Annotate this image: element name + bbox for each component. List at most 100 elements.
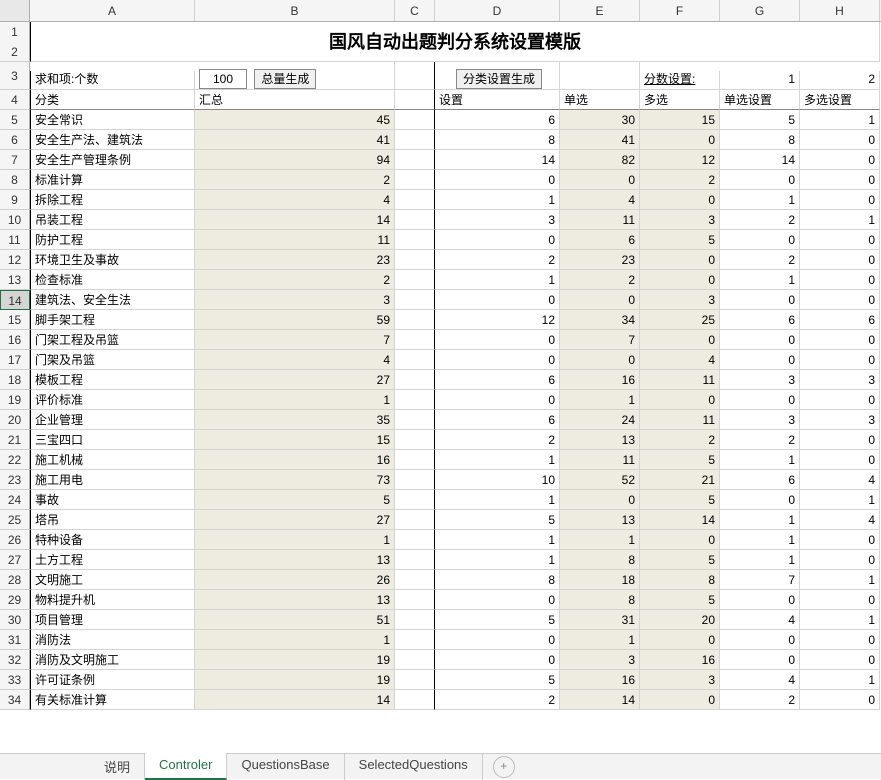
multi-cell[interactable]: 0 <box>640 530 720 550</box>
single-cell[interactable]: 30 <box>560 110 640 130</box>
multi-set-cell[interactable]: 0 <box>800 430 880 450</box>
setting-cell[interactable]: 6 <box>435 410 560 430</box>
category-cell[interactable]: 许可证条例 <box>30 670 195 690</box>
category-cell[interactable]: 施工用电 <box>30 470 195 490</box>
setting-cell[interactable]: 1 <box>435 530 560 550</box>
setting-cell[interactable]: 1 <box>435 490 560 510</box>
single-set-cell[interactable]: 1 <box>720 510 800 530</box>
setting-cell[interactable]: 0 <box>435 390 560 410</box>
single-cell[interactable]: 11 <box>560 210 640 230</box>
spacer-cell[interactable] <box>395 430 435 450</box>
multi-cell[interactable]: 11 <box>640 370 720 390</box>
multi-set-cell[interactable]: 3 <box>800 410 880 430</box>
spacer-cell[interactable] <box>395 290 435 310</box>
multi-set-cell[interactable]: 3 <box>800 370 880 390</box>
spacer-cell[interactable] <box>395 350 435 370</box>
multi-set-cell[interactable]: 1 <box>800 210 880 230</box>
single-cell[interactable]: 7 <box>560 330 640 350</box>
single-cell[interactable]: 13 <box>560 430 640 450</box>
col-header-d[interactable]: D <box>435 0 560 21</box>
single-cell[interactable]: 4 <box>560 190 640 210</box>
single-set-cell[interactable]: 0 <box>720 350 800 370</box>
total-cell[interactable]: 7 <box>195 330 395 350</box>
setting-cell[interactable]: 0 <box>435 650 560 670</box>
count-input[interactable]: 100 <box>199 69 247 89</box>
setting-cell[interactable]: 0 <box>435 330 560 350</box>
multi-cell[interactable]: 16 <box>640 650 720 670</box>
setting-cell[interactable]: 3 <box>435 210 560 230</box>
single-set-cell[interactable]: 1 <box>720 550 800 570</box>
total-cell[interactable]: 19 <box>195 650 395 670</box>
category-cell[interactable]: 文明施工 <box>30 570 195 590</box>
row-header-10[interactable]: 10 <box>0 210 30 230</box>
single-cell[interactable]: 16 <box>560 670 640 690</box>
row-header-28[interactable]: 28 <box>0 570 30 590</box>
category-cell[interactable]: 建筑法、安全生法 <box>30 290 195 310</box>
category-cell[interactable]: 标准计算 <box>30 170 195 190</box>
single-set-cell[interactable]: 0 <box>720 630 800 650</box>
category-cell[interactable]: 特种设备 <box>30 530 195 550</box>
total-cell[interactable]: 45 <box>195 110 395 130</box>
multi-cell[interactable]: 4 <box>640 350 720 370</box>
single-set-cell[interactable]: 1 <box>720 530 800 550</box>
setting-cell[interactable]: 12 <box>435 310 560 330</box>
total-cell[interactable]: 11 <box>195 230 395 250</box>
single-cell[interactable]: 82 <box>560 150 640 170</box>
setting-cell[interactable]: 2 <box>435 250 560 270</box>
spacer-cell[interactable] <box>395 210 435 230</box>
total-generate-button[interactable]: 总量生成 <box>254 69 316 89</box>
multi-cell[interactable]: 8 <box>640 570 720 590</box>
multi-cell[interactable]: 0 <box>640 690 720 710</box>
spacer-cell[interactable] <box>395 610 435 630</box>
setting-cell[interactable]: 10 <box>435 470 560 490</box>
category-cell[interactable]: 门架工程及吊篮 <box>30 330 195 350</box>
sheet-tab-selectedquestions[interactable]: SelectedQuestions <box>345 753 483 780</box>
row-header-8[interactable]: 8 <box>0 170 30 190</box>
row-header-16[interactable]: 16 <box>0 330 30 350</box>
multi-set-cell[interactable]: 0 <box>800 630 880 650</box>
sheet-tab-questionsbase[interactable]: QuestionsBase <box>227 753 344 780</box>
total-cell[interactable]: 23 <box>195 250 395 270</box>
single-set-cell[interactable]: 1 <box>720 450 800 470</box>
multi-set-cell[interactable]: 0 <box>800 590 880 610</box>
row-header-19[interactable]: 19 <box>0 390 30 410</box>
single-set-cell[interactable]: 2 <box>720 690 800 710</box>
row-header-22[interactable]: 22 <box>0 450 30 470</box>
setting-cell[interactable]: 5 <box>435 670 560 690</box>
category-cell[interactable]: 门架及吊篮 <box>30 350 195 370</box>
multi-cell[interactable]: 0 <box>640 630 720 650</box>
col-header-f[interactable]: F <box>640 0 720 21</box>
single-cell[interactable]: 11 <box>560 450 640 470</box>
row-header-30[interactable]: 30 <box>0 610 30 630</box>
single-set-cell[interactable]: 0 <box>720 170 800 190</box>
single-cell[interactable]: 41 <box>560 130 640 150</box>
sheet-tab-controler[interactable]: Controler <box>145 753 227 780</box>
spacer-cell[interactable] <box>395 450 435 470</box>
single-cell[interactable]: 13 <box>560 510 640 530</box>
category-cell[interactable]: 检查标准 <box>30 270 195 290</box>
single-set-cell[interactable]: 0 <box>720 490 800 510</box>
total-cell[interactable]: 41 <box>195 130 395 150</box>
multi-set-cell[interactable]: 0 <box>800 390 880 410</box>
category-cell[interactable]: 施工机械 <box>30 450 195 470</box>
single-set-cell[interactable]: 8 <box>720 130 800 150</box>
single-set-cell[interactable]: 14 <box>720 150 800 170</box>
multi-cell[interactable]: 5 <box>640 230 720 250</box>
row-header-21[interactable]: 21 <box>0 430 30 450</box>
multi-cell[interactable]: 0 <box>640 190 720 210</box>
total-cell[interactable]: 5 <box>195 490 395 510</box>
row-header-20[interactable]: 20 <box>0 410 30 430</box>
multi-cell[interactable]: 0 <box>640 250 720 270</box>
setting-cell[interactable]: 0 <box>435 350 560 370</box>
single-cell[interactable]: 0 <box>560 490 640 510</box>
single-set-cell[interactable]: 3 <box>720 410 800 430</box>
category-cell[interactable]: 消防及文明施工 <box>30 650 195 670</box>
spacer-cell[interactable] <box>395 650 435 670</box>
setting-cell[interactable]: 0 <box>435 590 560 610</box>
row-header-18[interactable]: 18 <box>0 370 30 390</box>
setting-cell[interactable]: 1 <box>435 190 560 210</box>
category-cell[interactable]: 安全生产管理条例 <box>30 150 195 170</box>
single-set-cell[interactable]: 2 <box>720 210 800 230</box>
select-all-corner[interactable] <box>0 0 30 22</box>
multi-set-cell[interactable]: 0 <box>800 290 880 310</box>
